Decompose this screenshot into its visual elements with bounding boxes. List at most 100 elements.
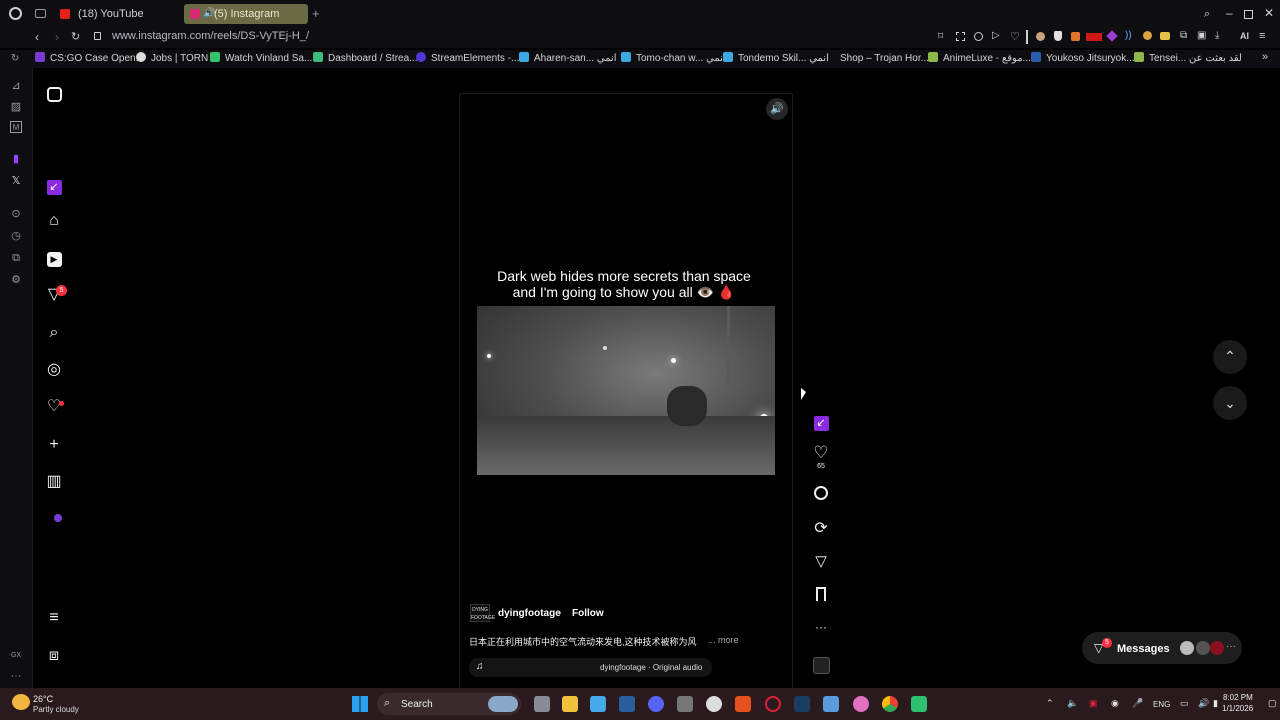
puzzle-extensions-icon[interactable]: ⧉ [1180,30,1187,41]
ai-button[interactable]: AI [1240,31,1249,41]
bookmarks-overflow-icon[interactable]: » [1262,51,1268,63]
gx-label[interactable]: GX [9,650,23,662]
tray-overflow-icon[interactable]: ⌃ [1046,698,1054,709]
m-icon[interactable]: M [10,121,22,133]
tab-menu-icon[interactable] [35,9,46,18]
also-from-meta-icon[interactable]: ⧈ [44,646,64,666]
volume-icon[interactable]: 🔊 [1198,698,1209,709]
weather-icon[interactable] [12,694,30,710]
weather-temp[interactable]: 26°C [33,694,53,704]
settings-icon[interactable]: ⚙ [10,274,22,286]
file-explorer-icon[interactable] [562,696,578,712]
bookmark-item[interactable]: Dashboard / Strea... [313,52,418,66]
more-menu-icon[interactable]: ≡ [44,608,64,628]
store-icon[interactable] [590,696,606,712]
back-icon[interactable]: ‹ [35,30,39,44]
dashboard-icon[interactable]: ▥ [44,472,64,492]
extensions-icon[interactable]: ⧉ [10,252,22,264]
create-icon[interactable]: + [44,435,64,455]
bookmark-item[interactable]: StreamElements -... [416,52,519,66]
bookmark-item[interactable]: Tomo-chan w... انمي [621,52,726,66]
purple-extension-icon[interactable] [1106,30,1118,42]
bookmark-item[interactable]: Youkoso Jitsuryok... [1031,52,1135,66]
wallet-icon[interactable]: ▣ [1197,30,1206,41]
next-reel-button[interactable]: ⌄ [1213,386,1247,420]
app-icon[interactable] [911,696,927,712]
app-tray-icon[interactable]: ▣ [1089,698,1098,709]
follow-button[interactable]: Follow [568,603,608,624]
heart-icon[interactable]: ♡ [1010,30,1020,43]
speed-dial-icon[interactable]: ⊿ [10,80,22,92]
forward-icon[interactable]: › [55,30,59,44]
red-extension-icon[interactable] [1086,33,1102,41]
audio-label[interactable]: dyingfootage · Original audio [600,663,702,672]
menu-icon[interactable]: ≡ [1259,30,1265,42]
steam-icon[interactable] [794,696,810,712]
add-bookmark-icon[interactable]: ↻ [11,53,19,64]
explore-icon[interactable]: ◎ [44,360,64,380]
chrome-icon[interactable] [882,696,898,712]
url-field[interactable]: www.instagram.com/reels/DS-VyTEj-H_/ [112,30,309,42]
app-icon[interactable] [706,696,722,712]
bookmark-item[interactable]: Shop – Trojan Hor... [840,52,929,66]
new-tab-button[interactable]: + [312,7,322,20]
snapshot-icon[interactable] [956,32,965,41]
history-icon[interactable]: ◷ [10,230,22,242]
share-icon[interactable]: ▽ [811,552,831,570]
comment-icon[interactable] [811,486,831,504]
home-icon[interactable]: ⌂ [44,211,64,231]
play-icon[interactable]: ▷ [992,30,1000,41]
mute-toggle-icon[interactable]: 🔊 [766,98,788,120]
sword-extension-icon[interactable] [1160,32,1170,40]
start-button[interactable] [352,696,368,712]
link-extension-icon[interactable] [1143,31,1152,40]
bookmark-item[interactable]: Jobs | TORN [136,52,208,66]
discord-icon[interactable] [648,696,664,712]
network-icon[interactable]: ▭ [1180,698,1189,709]
restore-button[interactable] [1244,10,1253,19]
profile-avatar[interactable] [54,514,62,522]
like-icon[interactable]: ♡ [811,443,831,463]
speaker-icon[interactable]: 🔊 [203,4,215,24]
battery-icon[interactable]: ▮ [1213,698,1218,709]
more-options-icon[interactable]: ··· [811,620,831,634]
bookmark-item[interactable]: CS:GO Case Open... [35,52,144,66]
speaker-tray-icon[interactable]: 🔈 [1067,698,1078,709]
task-view-icon[interactable] [534,696,550,712]
instagram-logo-icon[interactable] [44,85,64,105]
reels-icon[interactable]: ▶ [44,248,64,268]
app-icon[interactable] [853,696,869,712]
fox-extension-icon[interactable] [1071,32,1080,41]
extension-avatar-icon[interactable] [1036,32,1045,41]
bookmark-item[interactable]: Tondemo Skil... انمي [723,52,829,66]
reload-icon[interactable]: ↻ [71,30,80,43]
extension-arrow-icon[interactable]: ↙ [44,176,64,196]
download-icon[interactable]: ⤓ [1215,30,1219,41]
save-icon[interactable] [811,587,831,605]
adblock-icon[interactable] [974,32,983,41]
bookmark-item[interactable]: Tensei... لقد بعثت عن [1134,52,1242,66]
more-icon[interactable]: ··· [10,670,22,682]
notifications-heart-icon[interactable]: ♡ [44,397,64,417]
clock-date[interactable]: 1/1/2026 [1222,704,1253,713]
mic-tray-icon[interactable]: 🎤 [1132,698,1143,709]
search-icon[interactable]: ⌕ [44,323,64,343]
bookmark-item[interactable]: Watch Vinland Sa... [210,52,312,66]
bookmark-page-icon[interactable]: ⌑ [938,31,943,42]
unity-icon[interactable] [677,696,693,712]
repost-icon[interactable]: ⟳ [811,518,831,538]
minimize-button[interactable]: – [1226,6,1233,20]
twitch-icon[interactable]: ▮ [10,153,22,165]
pinboard-icon[interactable]: ▨ [10,101,22,113]
notepad-icon[interactable] [823,696,839,712]
opera-logo-icon[interactable] [9,7,22,20]
lock-icon[interactable] [94,32,101,40]
wave-extension-icon[interactable]: )) [1125,30,1132,41]
xampp-icon[interactable] [735,696,751,712]
search-tabs-icon[interactable]: ⌕ [1204,8,1210,21]
bookmark-item[interactable]: Aharen-san... انمي [519,52,617,66]
more-caption-link[interactable]: ... more [708,635,739,645]
audio-thumbnail[interactable] [813,657,830,674]
shield-extension-icon[interactable] [1054,31,1062,41]
player-icon[interactable]: ⊙ [10,208,22,220]
